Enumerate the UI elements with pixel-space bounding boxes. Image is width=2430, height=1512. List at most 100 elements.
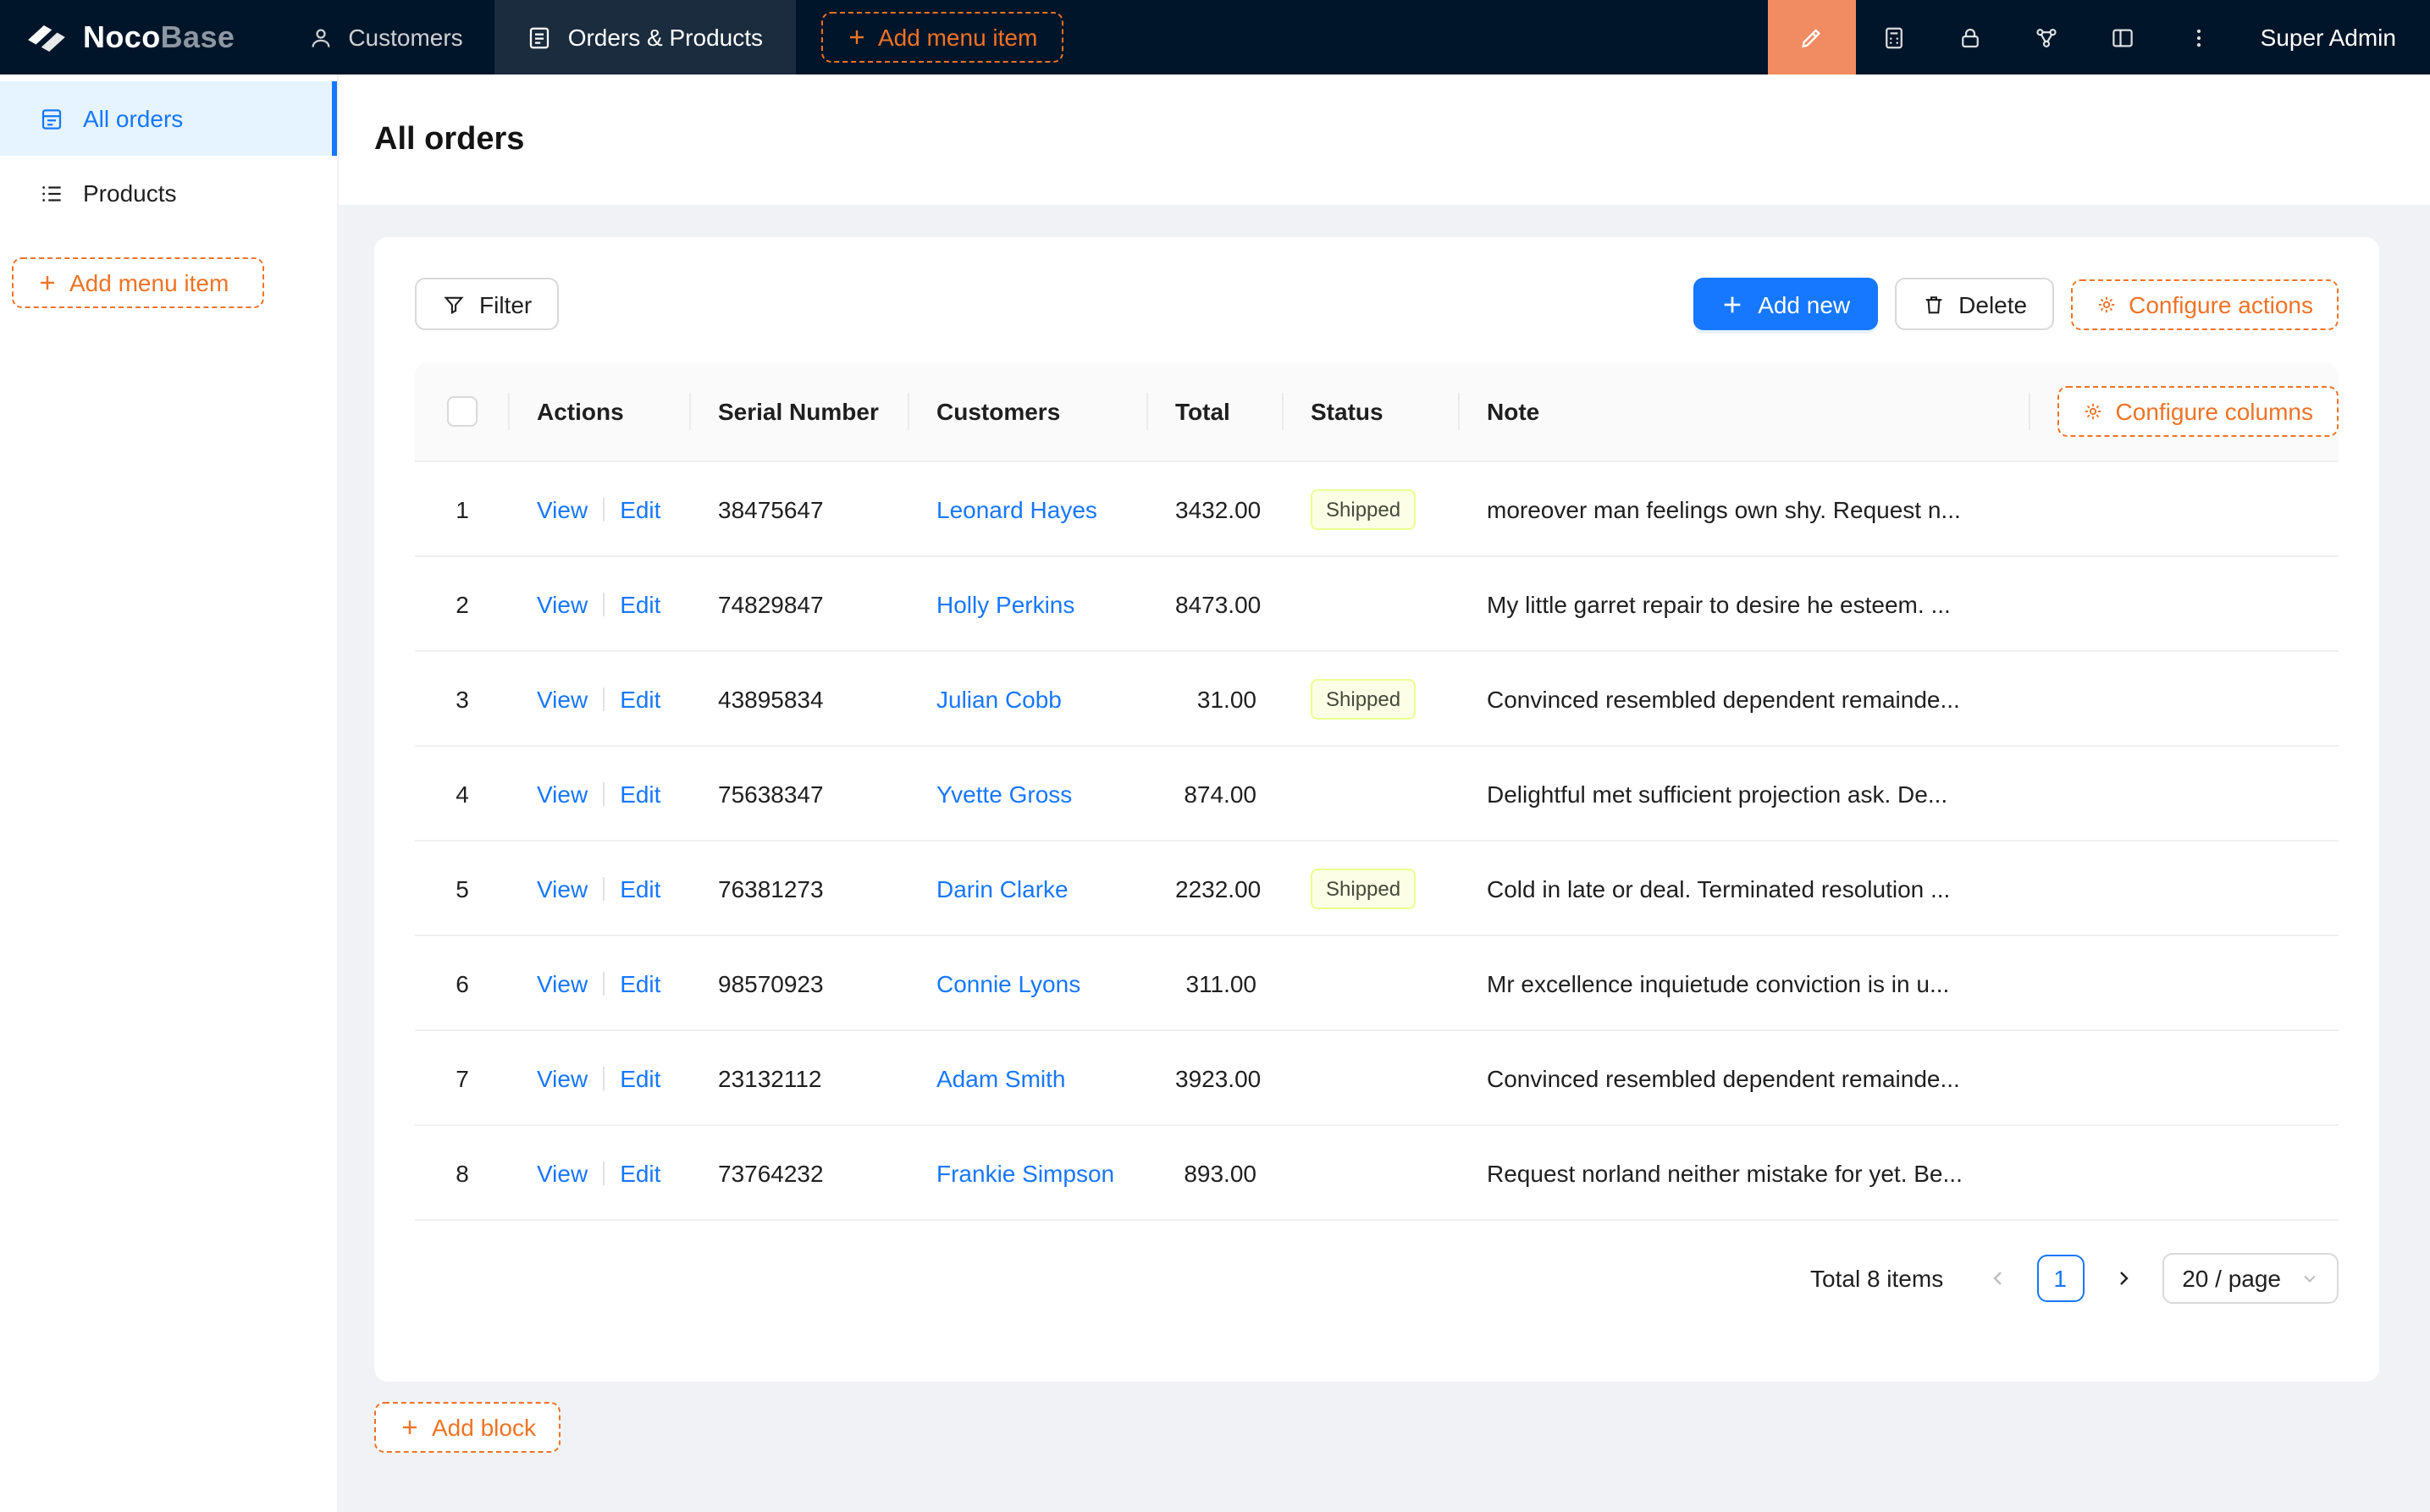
column-header-customers: Customers bbox=[909, 398, 1148, 425]
gear-icon bbox=[2096, 294, 2117, 314]
status-tag: Shipped bbox=[1311, 488, 1416, 529]
column-header-note: Note bbox=[1460, 398, 2031, 425]
customer-cell: Connie Lyons bbox=[909, 969, 1148, 996]
row-index: 3 bbox=[415, 685, 510, 712]
orders-table: Actions Serial Number Customers Total St… bbox=[415, 362, 2339, 1221]
add-new-button[interactable]: Add new bbox=[1693, 278, 1877, 330]
serial-number-cell: 75638347 bbox=[691, 780, 909, 807]
column-header-actions: Actions bbox=[510, 398, 691, 425]
customer-cell: Holly Perkins bbox=[909, 590, 1148, 617]
list-icon bbox=[39, 180, 64, 206]
ui-editor-button[interactable] bbox=[1768, 0, 1856, 74]
sidebar-add-menu-item-button[interactable]: Add menu item bbox=[12, 257, 264, 308]
user-menu[interactable]: Super Admin bbox=[2237, 24, 2430, 51]
customer-link[interactable]: Leonard Hayes bbox=[936, 495, 1097, 522]
view-link[interactable]: View bbox=[537, 590, 588, 617]
delete-button[interactable]: Delete bbox=[1894, 278, 2054, 330]
actions-cell: View Edit bbox=[510, 780, 691, 807]
edit-link[interactable]: Edit bbox=[620, 685, 660, 712]
edit-link[interactable]: Edit bbox=[620, 1159, 660, 1186]
select-all-checkbox[interactable] bbox=[447, 396, 478, 427]
row-index: 5 bbox=[415, 875, 510, 902]
filter-button[interactable]: Filter bbox=[415, 278, 559, 330]
customer-link[interactable]: Darin Clarke bbox=[936, 875, 1069, 902]
add-block-button[interactable]: Add block bbox=[374, 1402, 561, 1453]
sidebar: All orders Products Add menu item bbox=[0, 74, 339, 1512]
pagination-total: Total 8 items bbox=[1810, 1265, 1943, 1292]
view-link[interactable]: View bbox=[537, 780, 588, 807]
toolbar-right-actions: Add new Delete bbox=[1693, 278, 2339, 330]
chevron-right-icon bbox=[2112, 1268, 2133, 1289]
edit-link[interactable]: Edit bbox=[620, 590, 660, 617]
view-link[interactable]: View bbox=[537, 1064, 588, 1091]
configure-columns-button[interactable]: Configure columns bbox=[2058, 386, 2339, 437]
edit-link[interactable]: Edit bbox=[620, 1064, 660, 1091]
brand[interactable]: NocoBase bbox=[0, 0, 275, 74]
pagination-page-1[interactable]: 1 bbox=[2036, 1255, 2084, 1302]
actions-cell: View Edit bbox=[510, 1064, 691, 1091]
customer-link[interactable]: Julian Cobb bbox=[936, 685, 1062, 712]
lock-button[interactable] bbox=[1932, 0, 2008, 74]
content-body: Filter Add new bbox=[339, 205, 2430, 1512]
select-all-cell bbox=[415, 396, 510, 427]
action-divider bbox=[603, 1066, 605, 1090]
top-tabs: Customers Orders & Products Add menu ite… bbox=[275, 0, 1063, 74]
action-divider bbox=[603, 1161, 605, 1184]
status-cell: Shipped bbox=[1284, 488, 1460, 529]
sidebar-item-products[interactable]: Products bbox=[0, 156, 337, 230]
customer-link[interactable]: Holly Perkins bbox=[936, 590, 1074, 617]
page-header: All orders bbox=[339, 74, 2430, 205]
view-link[interactable]: View bbox=[537, 495, 588, 522]
view-link[interactable]: View bbox=[537, 969, 588, 996]
configure-actions-button[interactable]: Configure actions bbox=[2071, 279, 2339, 329]
note-cell: My little garret repair to desire he est… bbox=[1460, 590, 2339, 617]
total-cell: 874.00 bbox=[1148, 780, 1284, 807]
customer-link[interactable]: Adam Smith bbox=[936, 1064, 1066, 1091]
sidebar-item-all-orders[interactable]: All orders bbox=[0, 81, 337, 156]
view-link[interactable]: View bbox=[537, 685, 588, 712]
status-cell: Shipped bbox=[1284, 678, 1460, 719]
view-link[interactable]: View bbox=[537, 1159, 588, 1186]
pagination-prev-button[interactable] bbox=[1974, 1255, 2021, 1302]
api-button[interactable] bbox=[2008, 0, 2085, 74]
table-row: 6 ViewEdit 98570923 Connie Lyons 311.00 … bbox=[415, 936, 2339, 1031]
pagination-next-button[interactable] bbox=[2099, 1255, 2146, 1302]
table-row: 3 View Edit 43895834 Julian Cobb 31.00 Sh… bbox=[415, 652, 2339, 747]
tab-orders-products[interactable]: Orders & Products bbox=[495, 0, 795, 74]
total-cell: 31.00 bbox=[1148, 685, 1284, 712]
nocobase-logo-icon bbox=[25, 19, 68, 56]
view-link[interactable]: View bbox=[537, 875, 588, 902]
column-header-total: Total bbox=[1148, 398, 1284, 425]
pagination: Total 8 items 1 bbox=[415, 1221, 2339, 1382]
edit-link[interactable]: Edit bbox=[620, 780, 660, 807]
serial-number-cell: 43895834 bbox=[691, 685, 909, 712]
layout-button[interactable] bbox=[2085, 0, 2161, 74]
total-cell: 8473.00 bbox=[1148, 590, 1284, 617]
page-size-select[interactable]: 20 / page bbox=[2162, 1253, 2339, 1304]
plus-icon bbox=[37, 273, 58, 293]
calculator-button[interactable] bbox=[1856, 0, 1932, 74]
total-cell: 3923.00 bbox=[1148, 1064, 1284, 1091]
serial-number-cell: 38475647 bbox=[691, 495, 909, 522]
edit-link[interactable]: Edit bbox=[620, 495, 660, 522]
customer-link[interactable]: Yvette Gross bbox=[936, 780, 1072, 807]
customer-link[interactable]: Connie Lyons bbox=[936, 969, 1080, 996]
table-row: 7 ViewEdit 23132112 Adam Smith 3923.00 C… bbox=[415, 1031, 2339, 1126]
serial-number-cell: 76381273 bbox=[691, 875, 909, 902]
chevron-down-icon bbox=[2301, 1270, 2318, 1287]
plus-icon bbox=[1720, 292, 1744, 316]
edit-link[interactable]: Edit bbox=[620, 875, 660, 902]
lock-icon bbox=[1958, 25, 1983, 50]
tab-label: Customers bbox=[348, 24, 462, 51]
customer-cell: Darin Clarke bbox=[909, 875, 1148, 902]
edit-link[interactable]: Edit bbox=[620, 969, 660, 996]
more-button[interactable] bbox=[2161, 0, 2237, 74]
layout-icon bbox=[2110, 25, 2135, 50]
row-index: 2 bbox=[415, 590, 510, 617]
action-divider bbox=[603, 971, 605, 995]
topbar-add-menu-item-button[interactable]: Add menu item bbox=[820, 12, 1063, 63]
note-cell: Delightful met sufficient projection ask… bbox=[1460, 780, 2339, 807]
tab-customers[interactable]: Customers bbox=[275, 0, 494, 74]
table-row: 2 ViewEdit 74829847 Holly Perkins 8473.0… bbox=[415, 557, 2339, 652]
customer-link[interactable]: Frankie Simpson bbox=[936, 1159, 1114, 1186]
